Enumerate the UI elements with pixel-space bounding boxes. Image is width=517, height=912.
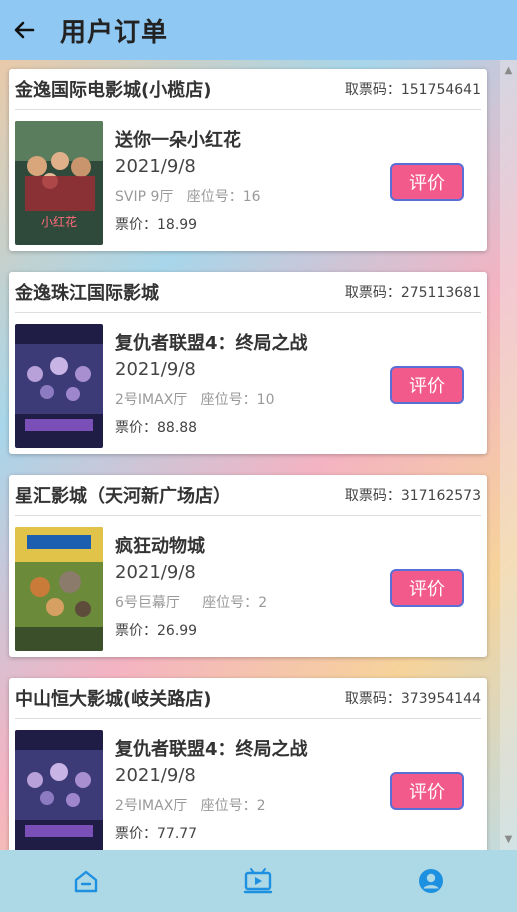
- movie-title: 疯狂动物城: [115, 536, 205, 557]
- ticket-code: 取票码：317162573: [344, 488, 481, 504]
- hall-seat: 2号IMAX厅 座位号：2: [115, 798, 266, 814]
- show-date: 2021/9/8: [115, 359, 196, 380]
- rate-button[interactable]: 评价: [390, 163, 464, 201]
- rate-button[interactable]: 评价: [390, 569, 464, 607]
- hall-seat: 6号巨幕厅 座位号：2: [115, 595, 268, 611]
- cinema-name: 中山恒大影城(岐关路店): [15, 689, 212, 710]
- home-icon: [74, 870, 98, 893]
- order-card-header: 中山恒大影城(岐关路店) 取票码：373954144: [15, 678, 481, 719]
- ticket-price: 票价：88.88: [115, 420, 198, 436]
- order-card: 金逸珠江国际影城 取票码：275113681 复仇者联盟4：终局之战 2021/…: [9, 272, 487, 454]
- movie-poster: [15, 324, 103, 448]
- hall-seat: 2号IMAX厅 座位号：10: [115, 392, 275, 408]
- nav-movies[interactable]: [228, 850, 288, 912]
- movie-title: 送你一朵小红花: [115, 130, 241, 151]
- order-card-header: 星汇影城（天河新广场店） 取票码：317162573: [15, 475, 481, 516]
- show-date: 2021/9/8: [115, 156, 196, 177]
- movie-poster: 小红花: [15, 121, 103, 245]
- order-card-header: 金逸珠江国际影城 取票码：275113681: [15, 272, 481, 313]
- rate-button[interactable]: 评价: [390, 366, 464, 404]
- cinema-name: 金逸国际电影城(小榄店): [15, 80, 212, 101]
- cinema-name: 星汇影城（天河新广场店）: [15, 486, 231, 507]
- scroll-up-arrow[interactable]: ▲: [500, 62, 517, 79]
- ticket-price: 票价：26.99: [115, 623, 198, 639]
- show-date: 2021/9/8: [115, 562, 196, 583]
- header-bar: 用户订单: [0, 0, 517, 60]
- arrow-left-icon: [14, 21, 35, 39]
- show-date: 2021/9/8: [115, 765, 196, 786]
- scroll-down-arrow[interactable]: ▼: [500, 831, 517, 848]
- order-list[interactable]: 金逸国际电影城(小榄店) 取票码：151754641 小红花 送你一朵小红花 2…: [0, 60, 517, 850]
- page-title: 用户订单: [60, 17, 169, 48]
- ticket-code: 取票码：373954144: [344, 691, 481, 707]
- movie-title: 复仇者联盟4：终局之战: [115, 739, 308, 760]
- ticket-code: 取票码：275113681: [344, 285, 481, 301]
- movie-title: 复仇者联盟4：终局之战: [115, 333, 308, 354]
- scrollbar[interactable]: ▲ ▼: [500, 60, 517, 850]
- ticket-price: 票价：77.77: [115, 826, 198, 842]
- cinema-name: 金逸珠江国际影城: [15, 283, 159, 304]
- hall-seat: SVIP 9厅 座位号：16: [115, 189, 261, 205]
- rate-button[interactable]: 评价: [390, 772, 464, 810]
- movie-poster: [15, 730, 103, 850]
- order-card-header: 金逸国际电影城(小榄店) 取票码：151754641: [15, 69, 481, 110]
- movie-poster: [15, 527, 103, 651]
- nav-home[interactable]: [56, 850, 116, 912]
- user-icon: [418, 869, 443, 893]
- ticket-code: 取票码：151754641: [344, 82, 481, 98]
- ticket-price: 票价：18.99: [115, 217, 198, 233]
- svg-text:小红花: 小红花: [41, 214, 77, 229]
- order-card: 中山恒大影城(岐关路店) 取票码：373954144 复仇者联盟4：终局之战 2…: [9, 678, 487, 850]
- order-card: 金逸国际电影城(小榄店) 取票码：151754641 小红花 送你一朵小红花 2…: [9, 69, 487, 251]
- order-card: 星汇影城（天河新广场店） 取票码：317162573 疯狂动物城 2021/9/…: [9, 475, 487, 657]
- bottom-nav: [0, 850, 517, 912]
- movie-icon: [244, 868, 273, 894]
- back-button[interactable]: [0, 0, 48, 60]
- nav-profile[interactable]: [401, 850, 461, 912]
